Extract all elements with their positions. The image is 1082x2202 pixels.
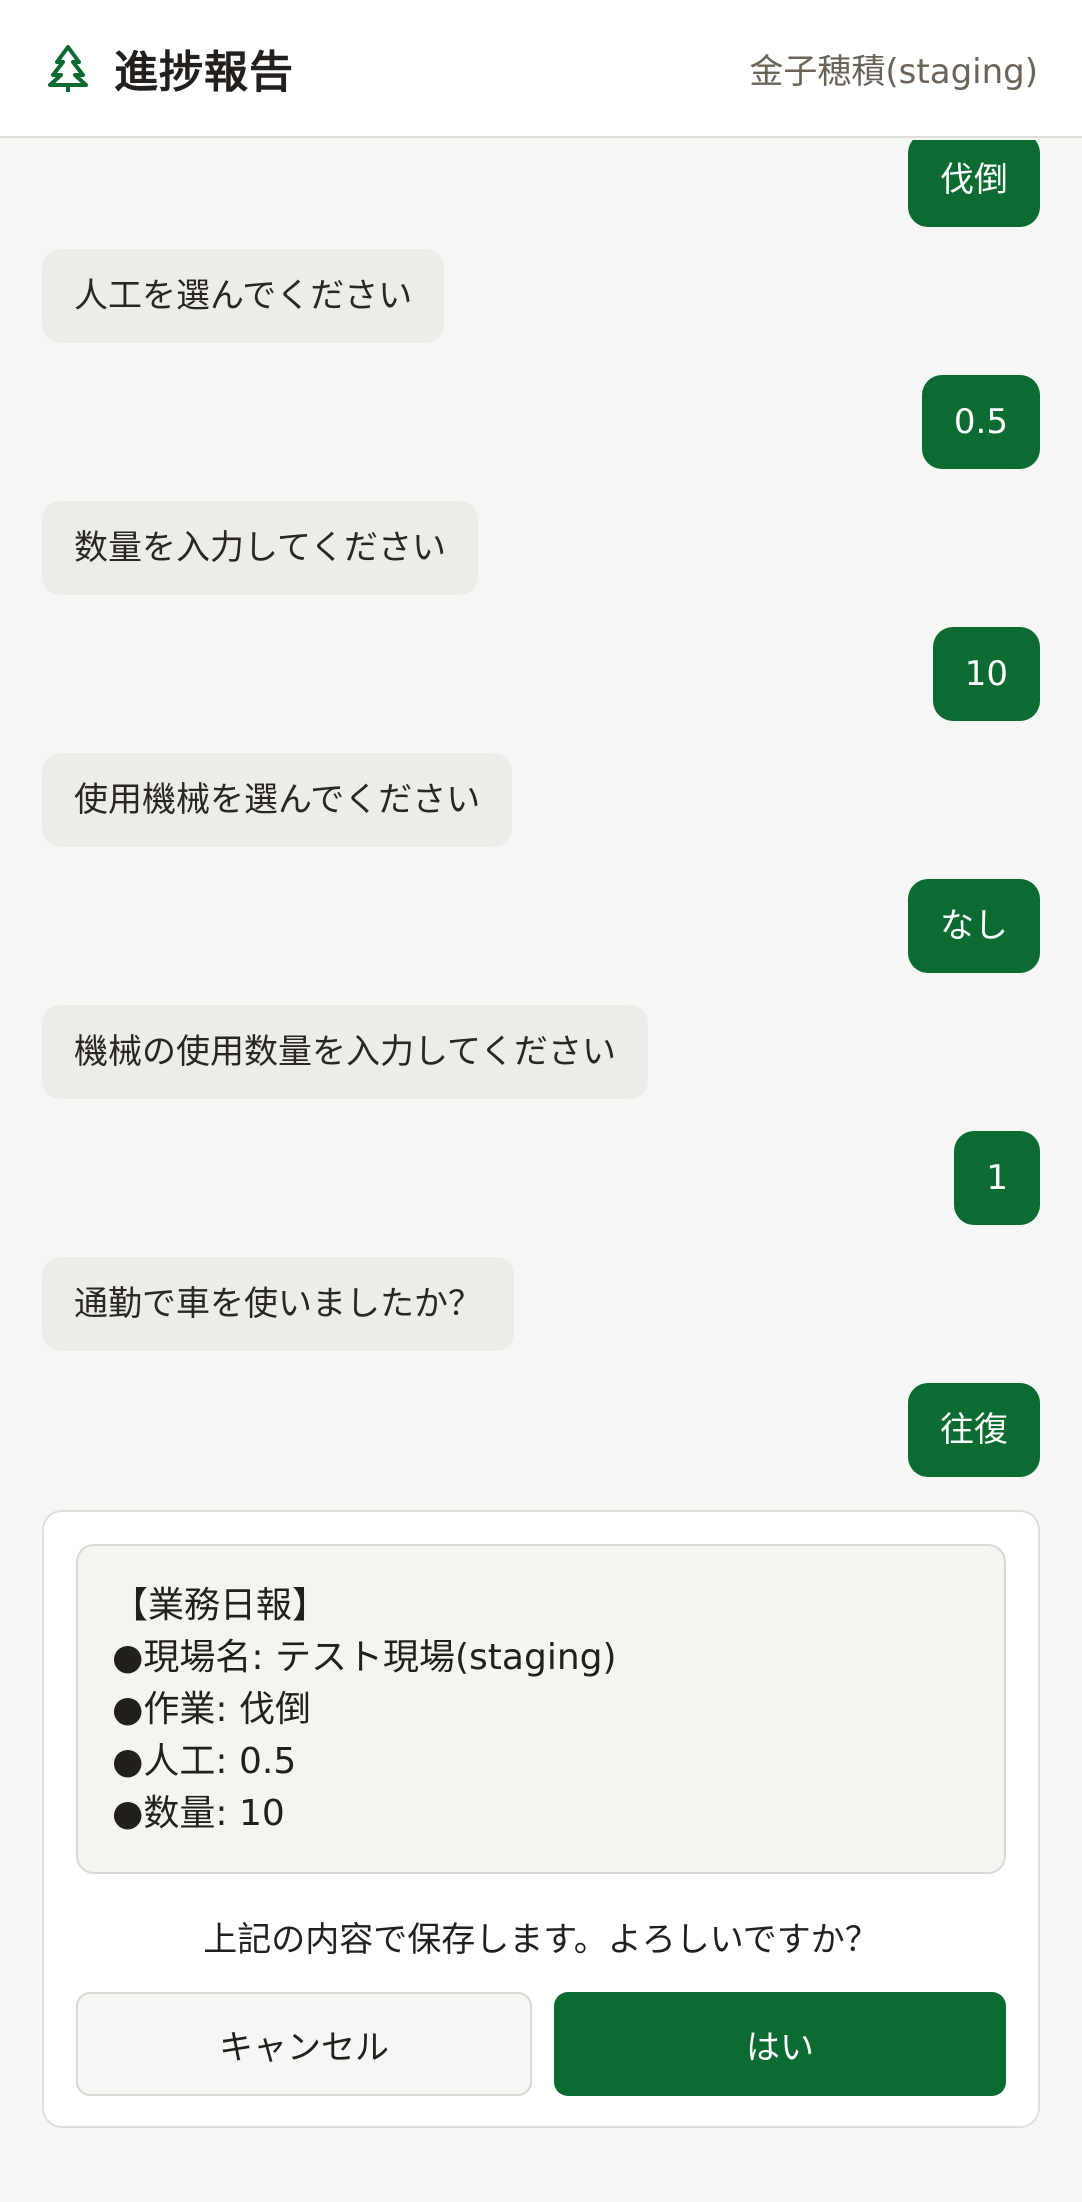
bot-message: 機械の使用数量を入力してください bbox=[42, 1005, 648, 1099]
bot-message: 使用機械を選んでください bbox=[42, 753, 513, 847]
brand: 進捗報告 bbox=[42, 36, 294, 100]
yes-button[interactable]: はい bbox=[554, 1992, 1006, 2096]
report-line-labor: ●人工: 0.5 bbox=[112, 1741, 297, 1782]
user-message: 往復 bbox=[908, 1383, 1040, 1477]
user-message: 1 bbox=[954, 1131, 1040, 1225]
cancel-button[interactable]: キャンセル bbox=[76, 1992, 532, 2096]
report-summary: 【業務日報】 ●現場名: テスト現場(staging) ●作業: 伐倒 ●人工:… bbox=[76, 1544, 1006, 1874]
page-title: 進捗報告 bbox=[114, 47, 294, 98]
report-line-site: ●現場名: テスト現場(staging) bbox=[112, 1637, 617, 1678]
user-message: 10 bbox=[932, 627, 1040, 721]
user-message: 伐倒 bbox=[908, 140, 1040, 227]
tree-icon bbox=[42, 42, 94, 94]
bot-message: 人工を選んでください bbox=[42, 249, 445, 343]
user-message: 0.5 bbox=[921, 375, 1040, 469]
report-line-quantity: ●数量: 10 bbox=[112, 1793, 285, 1834]
user-message: なし bbox=[908, 879, 1040, 973]
bot-message: 数量を入力してください bbox=[42, 501, 478, 595]
user-name: 金子穂積(staging) bbox=[749, 51, 1038, 92]
app-header: 進捗報告 金子穂積(staging) bbox=[0, 0, 1082, 138]
report-heading: 【業務日報】 bbox=[112, 1585, 329, 1626]
chat-log[interactable]: 伐倒 人工を選んでください 0.5 数量を入力してください 10 使用機械を選ん… bbox=[0, 140, 1082, 1500]
report-line-work: ●作業: 伐倒 bbox=[112, 1689, 311, 1730]
confirm-card: 【業務日報】 ●現場名: テスト現場(staging) ●作業: 伐倒 ●人工:… bbox=[42, 1510, 1040, 2128]
confirm-question: 上記の内容で保存します。よろしいですか？ bbox=[203, 1920, 879, 1960]
bot-message: 通勤で車を使いましたか？ bbox=[42, 1257, 514, 1351]
